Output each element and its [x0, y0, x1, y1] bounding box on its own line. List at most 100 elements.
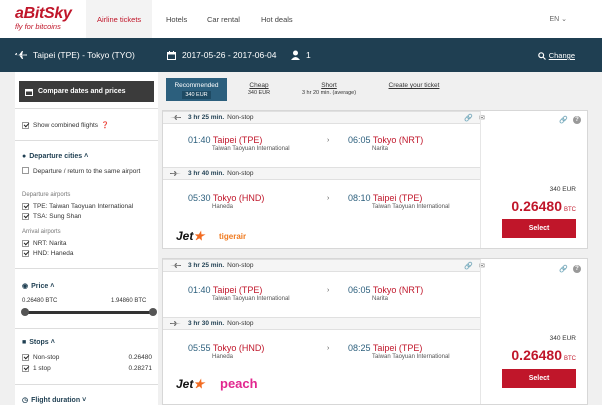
dep-airport: Taiwan Taoyuan International [212, 146, 290, 152]
chevron-down-icon: ˅ [82, 396, 87, 404]
language-label: EN [549, 16, 560, 23]
checkbox[interactable] [22, 167, 29, 174]
change-label: Change [548, 51, 575, 60]
stop-option-label: Non-stop [33, 354, 60, 361]
airline-name: peach [220, 376, 258, 391]
top-navigation: aBitSky fly for bitcoins Airline tickets… [0, 0, 602, 38]
calendar-icon [167, 50, 176, 60]
passengers-summary: 1 [291, 50, 311, 60]
language-select[interactable]: EN ⌄ [549, 15, 567, 23]
return-plane-icon [170, 171, 181, 176]
person-icon [291, 50, 300, 60]
location-pin-icon: ● [22, 153, 27, 160]
select-button[interactable]: Select [502, 219, 576, 238]
link-icon[interactable]: 🔗 [464, 262, 473, 270]
airline-name: Jet [176, 377, 194, 391]
tab-value: 3 hr 20 min. (average) [301, 90, 357, 96]
departure-info: 01:40 Taipei (TPE) [188, 285, 262, 295]
link-icon[interactable]: 🔗 [559, 265, 568, 273]
stop-option-nonstop[interactable]: Non-stop 0.26480 [22, 354, 152, 361]
select-button[interactable]: Select [502, 369, 576, 388]
tab-create-ticket[interactable]: Create your ticket [381, 78, 447, 101]
change-search-link[interactable]: Change [537, 51, 575, 60]
leg-stops: Non-stop [227, 114, 254, 121]
price-max: 1.94860 BTC [111, 298, 147, 304]
same-airport-toggle[interactable]: Departure / return to the same airport [22, 167, 147, 176]
route-summary: Taipei (TPE) - Tokyo (TYO) [15, 50, 135, 60]
arr-city: Tokyo (NRT) [372, 135, 424, 145]
price-btc-value: 0.26480 [511, 198, 562, 214]
checkbox[interactable] [22, 365, 29, 372]
arr-airport: Narita [372, 296, 389, 302]
stop-option-price: 0.26480 [128, 354, 153, 361]
nav-car-rental[interactable]: Car rental [207, 15, 240, 24]
dep-airport-tpe[interactable]: TPE: Taiwan Taoyuan International [22, 203, 133, 210]
arr-city: Tokyo (NRT) [372, 285, 424, 295]
brand-logo[interactable]: aBitSky fly for bitcoins [15, 5, 72, 31]
chevron-down-icon: ⌄ [561, 16, 567, 23]
price-btc-unit: BTC [564, 356, 576, 362]
airline-logo-tigerair: tigerair [219, 232, 246, 241]
price-panel: 🔗 ? 340 EUR 0.26480 BTC Select [480, 259, 587, 404]
tab-short[interactable]: Short 3 hr 20 min. (average) [292, 78, 366, 101]
arr-airport-nrt[interactable]: NRT: Narita [22, 240, 66, 247]
dep-city: Taipei (TPE) [212, 135, 263, 145]
tab-cheap[interactable]: Cheap 340 EUR [239, 78, 279, 101]
departure-info: 01:40 Taipei (TPE) [188, 135, 262, 145]
chevron-up-icon: ˄ [50, 282, 55, 290]
link-icon[interactable]: 🔗 [559, 116, 568, 124]
arr-airport-hnd[interactable]: HND: Haneda [22, 250, 73, 257]
arr-airport: Taiwan Taoyuan International [372, 354, 450, 360]
stops-title[interactable]: ■ Stops ˄ [22, 339, 55, 346]
price-slider[interactable] [21, 308, 157, 316]
price-btc-value: 0.26480 [511, 347, 562, 363]
checkbox[interactable] [22, 213, 29, 220]
leg-stops: Non-stop [227, 262, 254, 269]
price-slider-max-handle[interactable] [149, 308, 157, 316]
nav-hotels[interactable]: Hotels [166, 15, 187, 24]
price-panel: 🔗 ? 340 EUR 0.26480 BTC Select [480, 111, 587, 248]
help-icon[interactable]: ? [573, 265, 581, 273]
departure-plane-icon [170, 263, 181, 268]
stop-option-price: 0.28271 [128, 365, 153, 372]
show-combined-label: Show combined flights [33, 121, 99, 129]
arr-airport: Narita [372, 146, 389, 152]
flight-duration-title[interactable]: ◷ Flight duration ˅ [22, 396, 87, 405]
price-slider-min-handle[interactable] [21, 308, 29, 316]
checkbox[interactable] [22, 354, 29, 361]
arr-city: Taipei (TPE) [372, 193, 423, 203]
help-icon[interactable]: ? [573, 116, 581, 124]
price-btc-unit: BTC [564, 207, 576, 213]
nav-airline-tickets[interactable]: Airline tickets [86, 0, 153, 38]
return-plane-icon [170, 321, 181, 326]
compare-dates-button[interactable]: Compare dates and prices [19, 81, 154, 102]
price-btc: 0.26480 BTC [511, 198, 576, 214]
checkbox[interactable] [22, 240, 29, 247]
arrow-right-icon: › [327, 195, 330, 202]
dep-city: Tokyo (HND) [212, 343, 265, 353]
stop-option-1stop[interactable]: 1 stop 0.28271 [22, 365, 152, 372]
dep-airport-label: TPE: Taiwan Taoyuan International [33, 203, 134, 210]
result-card: 3 hr 25 min. Non-stop 🔗 ✉ 01:40 Taipei (… [162, 110, 588, 249]
same-airport-label: Departure / return to the same airport [33, 168, 141, 175]
departure-info: 05:55 Tokyo (HND) [188, 343, 264, 353]
tab-recommended[interactable]: Recommended 340 EUR [166, 78, 227, 101]
tab-label: Short [321, 82, 337, 89]
show-combined-toggle[interactable]: Show combined flights ❓ [22, 121, 109, 129]
leg-duration: 3 hr 25 min. [188, 262, 225, 269]
tab-label: Create your ticket [388, 82, 440, 89]
departure-cities-title[interactable]: ● Departure cities ˄ [22, 153, 88, 160]
leg-header: 3 hr 40 min. Non-stop [163, 167, 481, 180]
checkbox[interactable] [22, 121, 29, 129]
help-icon[interactable]: ❓ [101, 121, 109, 129]
nav-hot-deals[interactable]: Hot deals [261, 15, 293, 24]
dep-time: 05:55 [188, 343, 211, 353]
checkbox[interactable] [22, 250, 29, 257]
leg-stops: Non-stop [227, 320, 254, 327]
checkbox[interactable] [22, 203, 29, 210]
dep-airport-tsa[interactable]: TSA: Sung Shan [22, 213, 81, 220]
link-icon[interactable]: 🔗 [464, 114, 473, 122]
arr-city: Taipei (TPE) [372, 343, 423, 353]
price-title[interactable]: ◉ Price ˄ [22, 282, 55, 291]
brand-tagline: fly for bitcoins [15, 22, 61, 31]
